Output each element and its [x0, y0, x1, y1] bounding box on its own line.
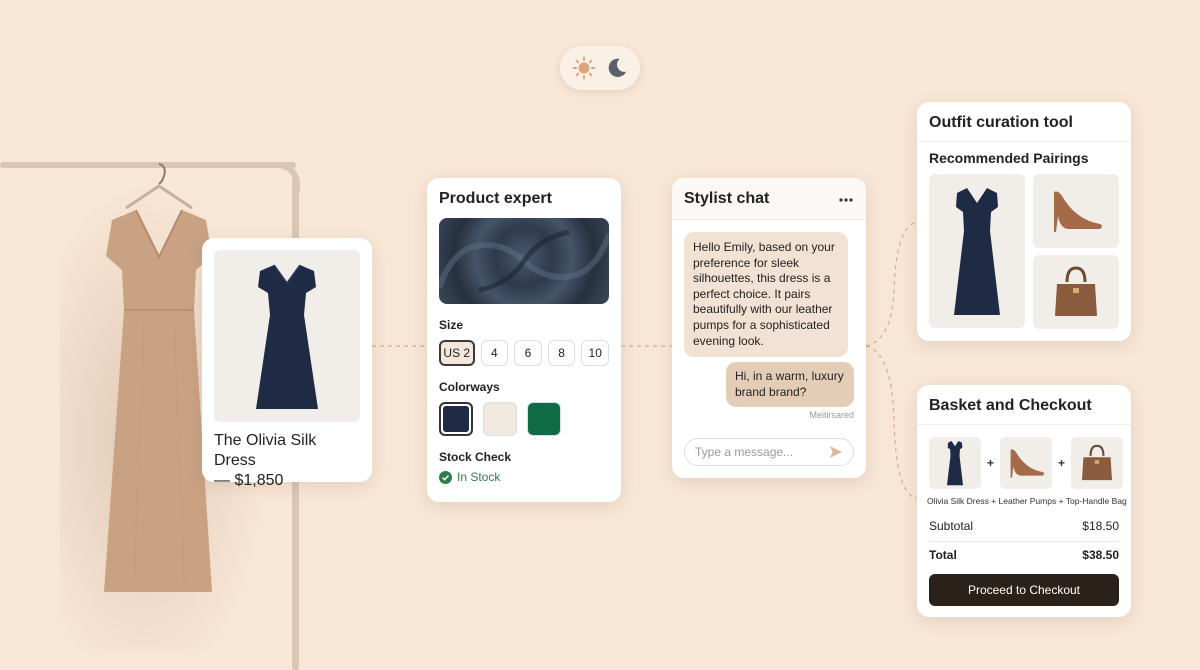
product-card[interactable]: The Olivia Silk Dress — $1,850 [202, 238, 372, 489]
leather-pumps-image [1054, 191, 1102, 232]
basket-items-description: Olivia Silk Dress + Leather Pumps + Top-… [927, 496, 1127, 506]
subtotal-value: $18.50 [1082, 519, 1119, 533]
moon-icon[interactable] [606, 57, 628, 79]
size-option-10[interactable]: 10 [581, 340, 610, 366]
subtotal-label: Subtotal [929, 519, 974, 533]
subtotal-row: Subtotal $18.50 [929, 519, 1119, 533]
size-option-6[interactable]: 6 [514, 340, 542, 366]
more-options-icon[interactable] [838, 192, 854, 208]
product-expert-title: Product expert [439, 190, 552, 207]
size-label: Size [439, 318, 464, 332]
total-label: Total [929, 548, 957, 562]
fabric-swatch-image [439, 218, 609, 304]
user-message-bubble: Hi, in a warm, luxury brand brand? [726, 362, 854, 408]
product-expert-card: Product expert Size US 2 4 6 8 10 Colorw… [427, 178, 621, 502]
divider [929, 541, 1119, 542]
stylist-chat-card: Stylist chat Hello Emily, based on your … [672, 178, 866, 478]
size-option-4[interactable]: 4 [480, 340, 509, 366]
basket-item-pumps[interactable] [1000, 437, 1053, 489]
chat-message-input[interactable]: Type a message... [684, 438, 854, 466]
size-options: US 2 4 6 8 10 [439, 340, 610, 366]
check-circle-icon [439, 470, 452, 484]
colorway-options [439, 402, 609, 436]
handbag-image [1055, 266, 1097, 316]
plus-icon: + [987, 456, 995, 470]
proceed-to-checkout-button[interactable]: Proceed to Checkout [929, 574, 1119, 606]
plus-icon: + [1058, 456, 1066, 470]
basket-header: Basket and Checkout [917, 385, 1131, 425]
chat-input-placeholder: Type a message... [695, 445, 794, 459]
product-photo [214, 250, 360, 422]
pairing-pumps[interactable] [1033, 174, 1119, 248]
chat-header: Stylist chat [672, 178, 866, 220]
colorways-label: Colorways [439, 380, 500, 394]
outfit-title: Outfit curation tool [929, 114, 1073, 131]
total-value: $38.50 [1082, 548, 1119, 562]
leather-pumps-image [1010, 449, 1045, 478]
message-meta: Meitirsared [809, 410, 854, 420]
size-option-8[interactable]: 8 [547, 340, 576, 366]
basket-items: + + [929, 437, 1124, 489]
basket-item-handbag[interactable] [1071, 437, 1124, 489]
handbag-image [1082, 444, 1113, 481]
navy-dress-image [954, 188, 1000, 315]
basket-title: Basket and Checkout [929, 397, 1092, 414]
theme-toggle[interactable] [560, 46, 640, 90]
stock-check-label: Stock Check [439, 450, 512, 464]
basket-checkout-card: Basket and Checkout + + Olivia Silk Dres… [917, 385, 1131, 617]
colorway-green[interactable] [527, 402, 561, 436]
outfit-curation-card: Outfit curation tool Recommended Pairing… [917, 102, 1131, 341]
stock-status-text: In Stock [457, 470, 501, 484]
stylist-message-bubble: Hello Emily, based on your preference fo… [684, 232, 848, 358]
total-row: Total $38.50 [929, 548, 1119, 562]
product-name: The Olivia Silk Dress [214, 432, 317, 469]
pairing-dress[interactable] [929, 174, 1025, 328]
colorway-navy-fill [443, 406, 469, 432]
sun-icon[interactable] [572, 56, 596, 80]
outfit-header: Outfit curation tool [917, 102, 1131, 142]
product-price: — $1,850 [214, 472, 284, 489]
basket-item-dress[interactable] [929, 437, 981, 489]
navy-dress-image [946, 441, 964, 486]
pairing-handbag[interactable] [1033, 255, 1119, 329]
size-option-us2[interactable]: US 2 [439, 340, 475, 366]
send-icon[interactable] [829, 445, 843, 459]
colorway-navy[interactable] [439, 402, 473, 436]
recommended-pairings-label: Recommended Pairings [929, 150, 1089, 166]
stock-status: In Stock [439, 470, 609, 484]
navy-dress-image [256, 264, 318, 409]
chat-title: Stylist chat [684, 190, 770, 207]
colorway-ivory[interactable] [483, 402, 517, 436]
